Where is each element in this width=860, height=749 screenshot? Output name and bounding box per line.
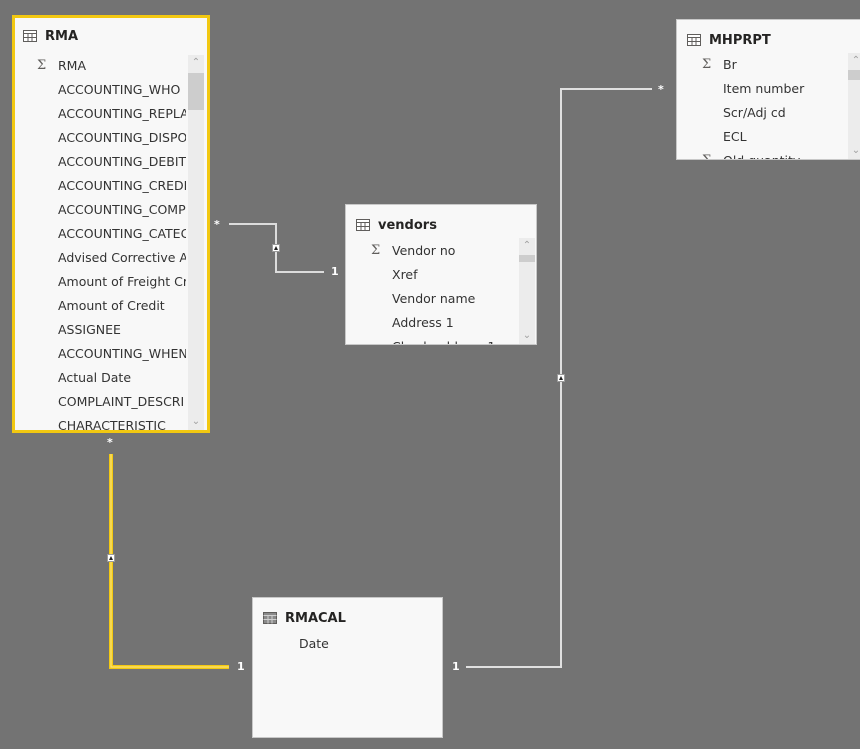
field-item[interactable]: Σ Vendor no	[346, 239, 518, 263]
field-item[interactable]: Check address 1	[346, 335, 518, 344]
cardinality-many: *	[214, 218, 220, 231]
field-item[interactable]: Scr/Adj cd	[677, 101, 847, 125]
table-card-mhprpt[interactable]: MHPRPT ΣBr Item number Scr/Adj cd ECL ΣO…	[676, 19, 860, 160]
field-item[interactable]: ΣOld quantity	[677, 149, 847, 159]
field-item[interactable]: Advised Corrective A	[15, 246, 186, 270]
table-title: MHPRPT	[709, 32, 771, 48]
table-card-vendors[interactable]: vendors Σ Vendor no Xref Vendor name Addr…	[345, 204, 537, 345]
scroll-thumb[interactable]	[848, 70, 860, 80]
field-item[interactable]: ACCOUNTING_DISPO	[15, 126, 186, 150]
field-item[interactable]: Actual Date	[15, 366, 186, 390]
scroll-down-icon[interactable]: ⌄	[188, 414, 204, 430]
cardinality-one: 1	[452, 660, 460, 673]
cardinality-many: *	[107, 436, 113, 449]
relationship-line-rma-rmacal[interactable]	[109, 454, 229, 669]
table-icon	[23, 30, 37, 42]
scroll-thumb[interactable]	[188, 73, 204, 110]
cardinality-many: *	[658, 83, 664, 96]
field-item[interactable]: COMPLAINT_DESCRI	[15, 390, 186, 414]
field-item[interactable]: ACCOUNTING_CATEG	[15, 222, 186, 246]
scrollbar[interactable]: ⌃ ⌄	[848, 53, 860, 159]
table-header[interactable]: RMA	[23, 26, 78, 46]
scrollbar[interactable]: ⌃ ⌄	[519, 238, 535, 344]
field-item[interactable]: ACCOUNTING_DEBIT	[15, 150, 186, 174]
filter-direction-icon	[272, 244, 280, 252]
table-header[interactable]: RMACAL	[263, 608, 346, 628]
field-item[interactable]: Xref	[346, 263, 518, 287]
scroll-thumb[interactable]	[519, 255, 535, 262]
field-list: Date	[253, 632, 424, 656]
sigma-icon: Σ	[702, 57, 712, 72]
table-icon	[263, 612, 277, 624]
field-item[interactable]: CHARACTERISTIC	[15, 414, 186, 430]
table-title: RMACAL	[285, 610, 346, 626]
filter-direction-icon	[107, 554, 115, 562]
field-item[interactable]: Amount of Credit	[15, 294, 186, 318]
sigma-icon: Σ	[702, 149, 711, 159]
field-item[interactable]: Σ RMA	[15, 54, 186, 78]
sigma-icon: Σ	[37, 58, 47, 73]
field-list: ΣBr Item number Scr/Adj cd ECL ΣOld quan…	[677, 53, 847, 159]
table-card-rma[interactable]: RMA Σ RMA ACCOUNTING_WHO ACCOUNTING_REPLA…	[12, 15, 210, 433]
field-item[interactable]: Vendor name	[346, 287, 518, 311]
scroll-down-icon[interactable]: ⌄	[848, 143, 860, 159]
field-list: ΣVendor no Xref Vendor name Address 1 Ch…	[346, 239, 518, 344]
scroll-down-icon[interactable]: ⌄	[519, 328, 535, 344]
field-item[interactable]: ACCOUNTING_REPLA	[15, 102, 186, 126]
field-item[interactable]: ACCOUNTING_COMP	[15, 198, 186, 222]
scroll-up-icon[interactable]: ⌃	[188, 55, 204, 71]
table-header[interactable]: vendors	[356, 215, 437, 235]
table-card-rmacal[interactable]: RMACAL Date	[252, 597, 443, 738]
table-title: vendors	[378, 217, 437, 233]
table-header[interactable]: MHPRPT	[687, 30, 771, 50]
field-item[interactable]: ECL	[677, 125, 847, 149]
table-title: RMA	[45, 28, 79, 44]
filter-direction-icon	[557, 374, 565, 382]
field-item[interactable]: ACCOUNTING_WHEN	[15, 342, 186, 366]
scroll-up-icon[interactable]: ⌃	[848, 53, 860, 69]
field-item[interactable]: Item number	[677, 77, 847, 101]
sigma-icon: Σ	[371, 243, 381, 258]
field-item[interactable]: ACCOUNTING_CREDI	[15, 174, 186, 198]
field-list: Σ RMA ACCOUNTING_WHO ACCOUNTING_REPLA ACC…	[15, 54, 186, 430]
cardinality-one: 1	[331, 265, 339, 278]
field-item[interactable]: ACCOUNTING_WHO	[15, 78, 186, 102]
table-icon	[687, 34, 701, 46]
field-item[interactable]: Amount of Freight Cr	[15, 270, 186, 294]
table-icon	[356, 219, 370, 231]
cardinality-one: 1	[237, 660, 245, 673]
scroll-up-icon[interactable]: ⌃	[519, 238, 535, 254]
model-canvas[interactable]: * 1 * 1 * 1 RMA Σ RMA ACCOUNTING_WHO ACCO…	[0, 0, 860, 749]
scrollbar[interactable]: ⌃ ⌄	[188, 55, 204, 430]
field-item[interactable]: Date	[253, 632, 424, 656]
field-item[interactable]: Σ Br	[677, 53, 847, 77]
field-item[interactable]: Address 1	[346, 311, 518, 335]
field-item[interactable]: ASSIGNEE	[15, 318, 186, 342]
